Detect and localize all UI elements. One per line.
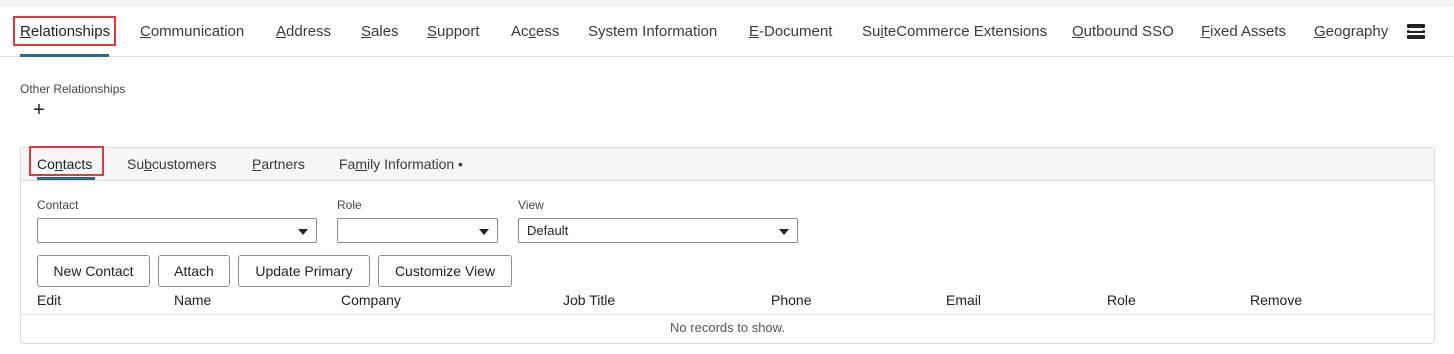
tab-fixed-assets[interactable]: Fixed Assets — [1201, 22, 1286, 42]
new-contact-button[interactable]: New Contact — [37, 255, 150, 287]
column-header-name[interactable]: Name — [174, 292, 211, 308]
tab-sales[interactable]: Sales — [361, 22, 399, 42]
column-header-email[interactable]: Email — [946, 292, 981, 308]
tab-address[interactable]: Address — [276, 22, 331, 42]
column-header-phone[interactable]: Phone — [771, 292, 811, 308]
tab-suitecommerce-extensions[interactable]: SuiteCommerce Extensions — [862, 22, 1047, 42]
tab-family-information[interactable]: Family Information • — [339, 155, 463, 173]
view-label: View — [518, 198, 544, 212]
tab-subcustomers[interactable]: Subcustomers — [127, 155, 217, 173]
tab-geography[interactable]: Geography — [1314, 22, 1388, 42]
tab-system-information[interactable]: System Information — [588, 22, 717, 42]
tab-communication[interactable]: Communication — [140, 22, 244, 42]
column-header-job-title[interactable]: Job Title — [563, 292, 615, 308]
other-relationships-label: Other Relationships — [20, 82, 126, 96]
tab-relationships[interactable]: Relationships — [20, 22, 110, 42]
column-header-edit[interactable]: Edit — [37, 292, 61, 308]
view-select[interactable]: Default — [518, 218, 798, 243]
tab-access[interactable]: Access — [511, 22, 559, 42]
tab-e-document[interactable]: E-Document — [749, 22, 832, 42]
tab-contacts[interactable]: Contacts — [37, 155, 92, 173]
chevron-down-icon — [479, 229, 489, 235]
menu-icon[interactable] — [1407, 24, 1425, 41]
top-strip — [0, 0, 1454, 7]
plus-icon[interactable]: + — [29, 100, 49, 120]
column-header-remove[interactable]: Remove — [1250, 292, 1302, 308]
empty-table-message: No records to show. — [670, 320, 785, 335]
tab-outbound-sso[interactable]: Outbound SSO — [1072, 22, 1174, 42]
chevron-down-icon — [779, 229, 789, 235]
tab-support[interactable]: Support — [427, 22, 480, 42]
main-tab-bar: Relationships Communication Address Sale… — [0, 7, 1454, 57]
role-select[interactable] — [337, 218, 498, 243]
role-label: Role — [337, 198, 362, 212]
view-select-value: Default — [527, 223, 569, 238]
active-tab-indicator — [20, 54, 109, 57]
column-header-company[interactable]: Company — [341, 292, 401, 308]
customize-view-button[interactable]: Customize View — [378, 255, 512, 287]
subtab-bar: Contacts Subcustomers Partners Family In… — [21, 148, 1434, 181]
contact-select[interactable] — [37, 218, 317, 243]
update-primary-button[interactable]: Update Primary — [238, 255, 370, 287]
chevron-down-icon — [298, 229, 308, 235]
column-header-role[interactable]: Role — [1107, 292, 1136, 308]
table-divider — [21, 314, 1434, 315]
active-subtab-indicator — [37, 177, 95, 180]
tab-partners[interactable]: Partners — [252, 155, 305, 173]
contact-label: Contact — [37, 198, 79, 212]
attach-button[interactable]: Attach — [158, 255, 230, 287]
